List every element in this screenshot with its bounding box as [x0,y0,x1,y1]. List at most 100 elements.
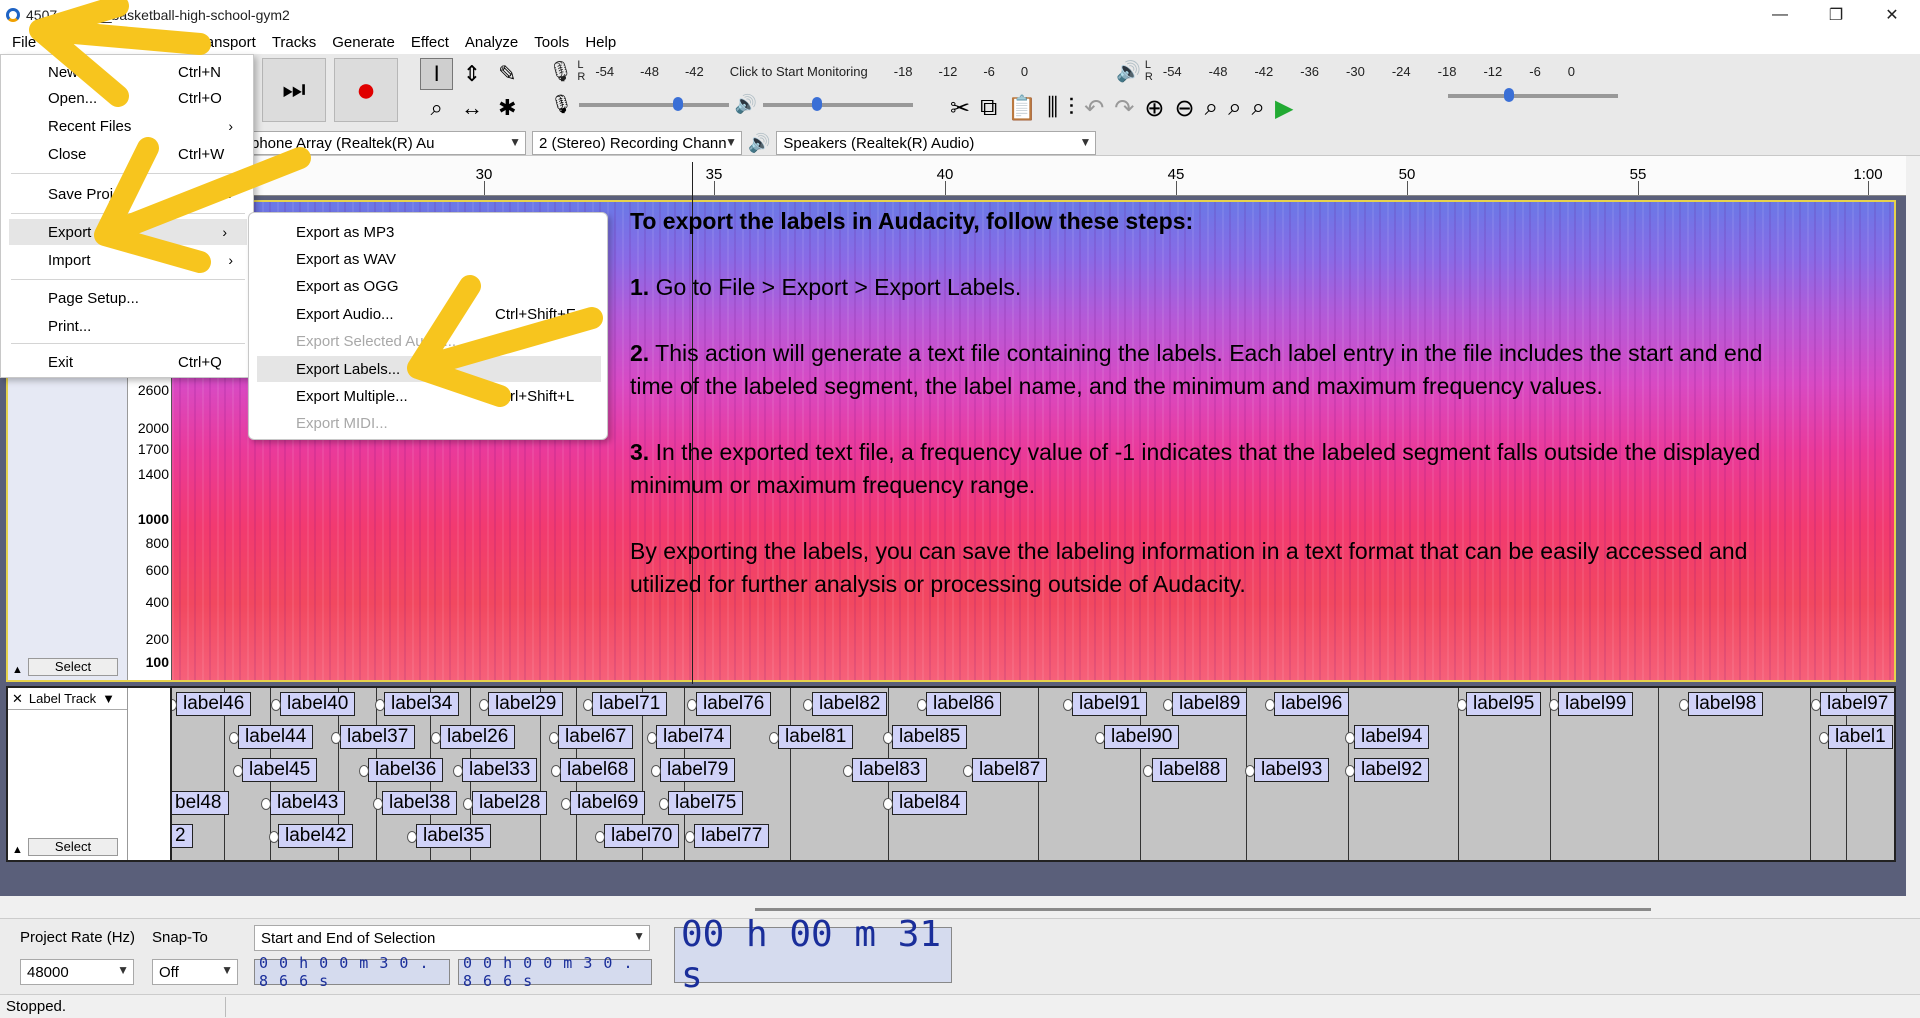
label-item[interactable]: label91 [1062,692,1148,716]
zoom-tool-icon[interactable]: ⌕ [420,92,453,124]
label-item[interactable]: label70 [594,824,680,848]
slider-knob[interactable] [812,96,823,111]
label-item[interactable]: label33 [452,758,538,782]
label-item[interactable]: label28 [462,791,548,815]
label-boundary-line[interactable] [1658,688,1659,860]
label-item[interactable]: label68 [550,758,636,782]
menu-item-export-ogg[interactable]: Export as OGG [249,273,607,299]
record-volume-slider[interactable] [578,96,729,111]
label-item[interactable]: label37 [330,725,416,749]
label-lane[interactable]: label46 label40 label34 label29 label71 label… [172,688,1894,860]
label-item[interactable]: label93 [1244,758,1330,782]
menu-item-new[interactable]: New Ctrl+N [1,59,253,85]
timeline-ruler[interactable]: 30 35 40 45 50 55 1:00 [0,156,1906,196]
skip-to-end-button[interactable]: ⏭ [262,58,326,122]
label-item[interactable]: label85 [882,725,968,749]
menu-item-import[interactable]: Import › [1,247,253,273]
maximize-button[interactable]: ❐ [1808,0,1864,30]
label-track-name[interactable]: Label Track [29,691,96,706]
label-item[interactable]: label96 [1264,692,1350,716]
label-item[interactable]: label99 [1548,692,1634,716]
label-item[interactable]: label76 [686,692,772,716]
label-item[interactable]: label77 [684,824,770,848]
label-item[interactable]: label38 [372,791,458,815]
multi-tool-icon[interactable]: ✱ [491,92,524,124]
label-item[interactable]: label98 [1678,692,1764,716]
label-item[interactable]: label74 [646,725,732,749]
label-item[interactable]: label92 [1344,758,1430,782]
silence-audio-icon[interactable]: ⫶ [1068,94,1074,123]
label-item[interactable]: label84 [882,791,968,815]
menu-item-export-labels[interactable]: Export Labels... [257,356,601,382]
label-boundary-line[interactable] [1550,688,1551,860]
label-item[interactable]: label75 [658,791,744,815]
label-item[interactable]: label71 [582,692,668,716]
project-rate-select[interactable]: 48000 ▼ [20,959,134,985]
menu-file[interactable]: File [4,34,44,51]
label-item[interactable]: label89 [1162,692,1248,716]
collapse-icon[interactable]: ▲ [12,844,23,856]
output-device-select[interactable]: Speakers (Realtek(R) Audio) ▼ [776,131,1097,155]
menu-item-export[interactable]: Export › [9,219,247,245]
undo-icon[interactable]: ↶ [1084,94,1104,123]
label-item[interactable]: label29 [478,692,564,716]
close-track-icon[interactable]: ✕ [12,691,23,707]
input-device-select[interactable]: phone Array (Realtek(R) Au ▼ [244,131,526,155]
zoom-in-icon[interactable]: ⊕ [1144,94,1164,123]
record-meter[interactable]: 🎙 L R -54 -48 -42 Click to Start Monitor… [548,56,1100,86]
label-item[interactable]: label79 [650,758,736,782]
fit-project-icon[interactable]: ⌕ [1228,94,1241,123]
label-item[interactable]: label94 [1344,725,1430,749]
label-boundary-line[interactable] [1458,688,1459,860]
menu-item-exit[interactable]: Exit Ctrl+Q [1,349,253,375]
audio-position-display[interactable]: 00 h 00 m 31 s [674,914,952,996]
cut-icon[interactable]: ✂ [950,94,970,123]
track-select-button[interactable]: Select [28,658,118,676]
menu-item-recent-files[interactable]: Recent Files › [1,113,253,139]
label-item[interactable]: bel48 [172,791,229,815]
selection-mode-select[interactable]: Start and End of Selection ▼ [254,925,650,951]
timeshift-tool-icon[interactable]: ↔ [455,92,488,124]
label-item[interactable]: label40 [270,692,356,716]
label-boundary-line[interactable] [1810,688,1811,860]
menu-item-print[interactable]: Print... [1,313,253,339]
label-boundary-line[interactable] [790,688,791,860]
redo-icon[interactable]: ↷ [1114,94,1134,123]
label-item[interactable]: label26 [430,725,516,749]
copy-icon[interactable]: ⧉ [980,94,997,123]
selection-start-time[interactable]: 0 0 h 0 0 m 3 0 . 8 6 6 s [254,954,450,990]
recording-channels-select[interactable]: 2 (Stereo) Recording Chann ▼ [532,131,742,155]
label-item[interactable]: label46 [172,692,252,716]
label-item[interactable]: label67 [548,725,634,749]
menu-item-save-project[interactable]: Save Project › [1,181,253,207]
menu-generate[interactable]: Generate [324,34,403,51]
play-at-speed-slider[interactable] [1448,88,1618,102]
zoom-toggle-icon[interactable]: ⌕ [1252,94,1265,123]
play-at-speed-icon[interactable]: ▶ [1275,94,1293,123]
label-item[interactable]: label97 [1810,692,1894,716]
horizontal-scrollbar[interactable] [755,908,1651,911]
trim-audio-icon[interactable]: ⫼ [1047,94,1058,123]
label-item[interactable]: label69 [560,791,646,815]
playback-meter[interactable]: 🔊 L R -54 -48 -42 -36 -30 -24 -18 -12 -6… [1116,56,1676,86]
collapse-icon[interactable]: ▲ [12,664,23,676]
menu-item-export-mp3[interactable]: Export as MP3 [249,219,607,245]
label-item[interactable]: label45 [232,758,318,782]
menu-tools[interactable]: Tools [526,34,577,51]
menu-help[interactable]: Help [577,34,624,51]
label-item[interactable]: label44 [228,725,314,749]
record-button[interactable]: ● [334,58,398,122]
start-monitoring-link[interactable]: Click to Start Monitoring [730,64,868,79]
label-item[interactable]: label82 [802,692,888,716]
label-item[interactable]: 2 [172,824,193,848]
minimize-button[interactable]: — [1752,0,1808,30]
paste-icon[interactable]: 📋 [1007,94,1037,123]
label-item[interactable]: label95 [1456,692,1542,716]
menu-transport[interactable]: Transport [184,34,264,51]
label-item[interactable]: label42 [268,824,354,848]
label-item[interactable]: label1 [1819,725,1893,749]
close-window-button[interactable]: ✕ [1864,0,1920,30]
menu-effect[interactable]: Effect [403,34,457,51]
playback-volume-slider[interactable] [763,96,914,111]
menu-item-close[interactable]: Close Ctrl+W [1,141,253,167]
